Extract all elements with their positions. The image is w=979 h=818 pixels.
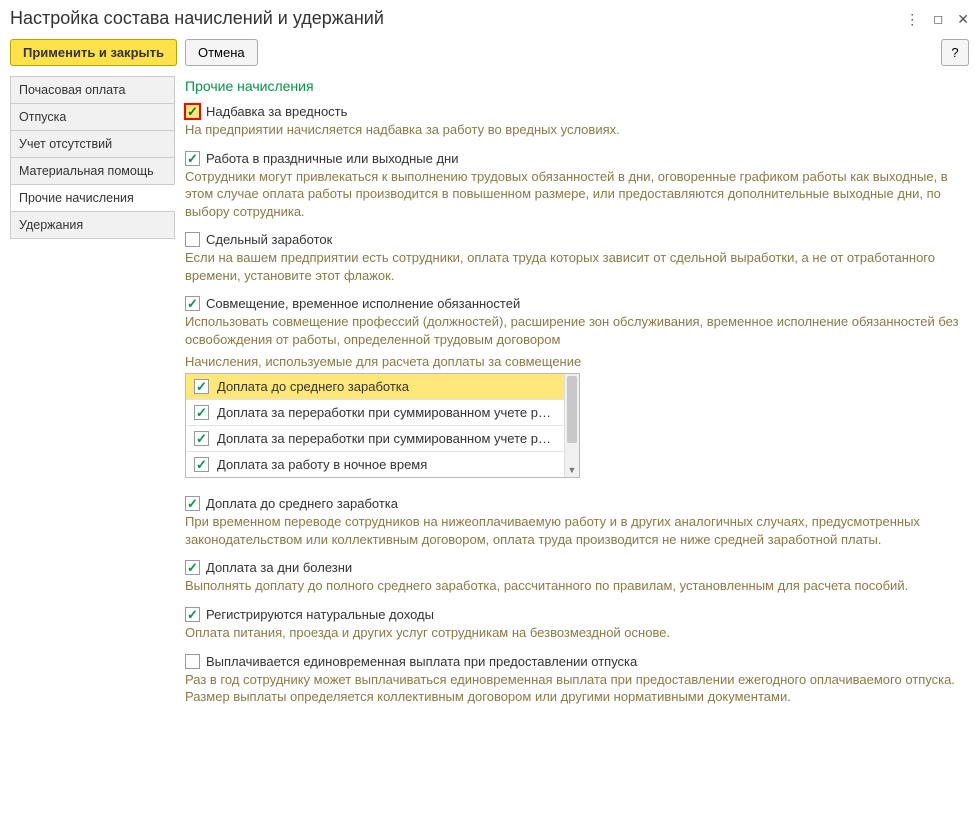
sidebar-item-label: Материальная помощь (19, 164, 154, 178)
combine-label: Совмещение, временное исполнение обязанн… (206, 296, 520, 311)
scrollbar-thumb[interactable] (567, 376, 577, 443)
scrollbar[interactable]: ▼ (564, 374, 579, 477)
sidebar-item-other-accruals[interactable]: Прочие начисления (10, 184, 175, 211)
list-item[interactable]: Доплата до среднего заработка (186, 374, 564, 400)
piecework-desc: Если на вашем предприятии есть сотрудник… (185, 249, 963, 284)
maximize-icon[interactable]: ◻ (933, 13, 943, 25)
page-title: Настройка состава начислений и удержаний (10, 8, 905, 29)
sidebar-item-absence[interactable]: Учет отсутствий (10, 130, 175, 157)
holiday-desc: Сотрудники могут привлекаться к выполнен… (185, 168, 963, 221)
list-item[interactable]: Доплата за переработки при суммированном… (186, 426, 564, 452)
natural-checkbox[interactable] (185, 607, 200, 622)
sick-label: Доплата за дни болезни (206, 560, 352, 575)
sick-desc: Выполнять доплату до полного среднего за… (185, 577, 963, 595)
avg-pay-desc: При временном переводе сотрудников на ни… (185, 513, 963, 548)
combine-desc: Использовать совмещение профессий (должн… (185, 313, 963, 348)
piecework-checkbox[interactable] (185, 232, 200, 247)
vacation-payout-checkbox[interactable] (185, 654, 200, 669)
avg-pay-label: Доплата до среднего заработка (206, 496, 398, 511)
sick-checkbox[interactable] (185, 560, 200, 575)
list-item-label: Доплата за работу в ночное время (217, 457, 427, 472)
sidebar-item-deductions[interactable]: Удержания (10, 211, 175, 239)
list-item-checkbox[interactable] (194, 405, 209, 420)
sidebar-item-label: Почасовая оплата (19, 83, 125, 97)
piecework-label: Сдельный заработок (206, 232, 332, 247)
combine-sub-caption: Начисления, используемые для расчета доп… (185, 354, 963, 369)
list-item-checkbox[interactable] (194, 431, 209, 446)
sidebar-item-label: Учет отсутствий (19, 137, 112, 151)
kebab-icon[interactable]: ⋮ (905, 12, 919, 26)
help-button[interactable]: ? (941, 39, 969, 66)
hazard-label: Надбавка за вредность (206, 104, 347, 119)
sidebar-item-vacations[interactable]: Отпуска (10, 103, 175, 130)
combine-checkbox[interactable] (185, 296, 200, 311)
natural-desc: Оплата питания, проезда и других услуг с… (185, 624, 963, 642)
vacation-payout-desc: Раз в год сотруднику может выплачиваться… (185, 671, 963, 706)
sidebar: Почасовая оплата Отпуска Учет отсутствий… (10, 76, 175, 706)
sidebar-item-financial-aid[interactable]: Материальная помощь (10, 157, 175, 184)
apply-close-button[interactable]: Применить и закрыть (10, 39, 177, 66)
combine-list: Доплата до среднего заработка Доплата за… (185, 373, 580, 478)
list-item[interactable]: Доплата за переработки при суммированном… (186, 400, 564, 426)
chevron-down-icon[interactable]: ▼ (565, 465, 579, 475)
cancel-button[interactable]: Отмена (185, 39, 258, 66)
natural-label: Регистрируются натуральные доходы (206, 607, 434, 622)
vacation-payout-label: Выплачивается единовременная выплата при… (206, 654, 637, 669)
list-item-label: Доплата за переработки при суммированном… (217, 431, 556, 446)
avg-pay-checkbox[interactable] (185, 496, 200, 511)
list-item-label: Доплата до среднего заработка (217, 379, 409, 394)
close-icon[interactable]: ✕ (957, 12, 969, 26)
sidebar-item-label: Прочие начисления (19, 191, 134, 205)
holiday-checkbox[interactable] (185, 151, 200, 166)
list-item-checkbox[interactable] (194, 457, 209, 472)
hazard-checkbox[interactable] (185, 104, 200, 119)
sidebar-item-label: Удержания (19, 218, 83, 232)
list-item-checkbox[interactable] (194, 379, 209, 394)
list-item-label: Доплата за переработки при суммированном… (217, 405, 556, 420)
list-item[interactable]: Доплата за работу в ночное время (186, 452, 564, 477)
section-heading: Прочие начисления (185, 78, 963, 94)
holiday-label: Работа в праздничные или выходные дни (206, 151, 458, 166)
hazard-desc: На предприятии начисляется надбавка за р… (185, 121, 963, 139)
sidebar-item-label: Отпуска (19, 110, 66, 124)
sidebar-item-hourly[interactable]: Почасовая оплата (10, 76, 175, 103)
